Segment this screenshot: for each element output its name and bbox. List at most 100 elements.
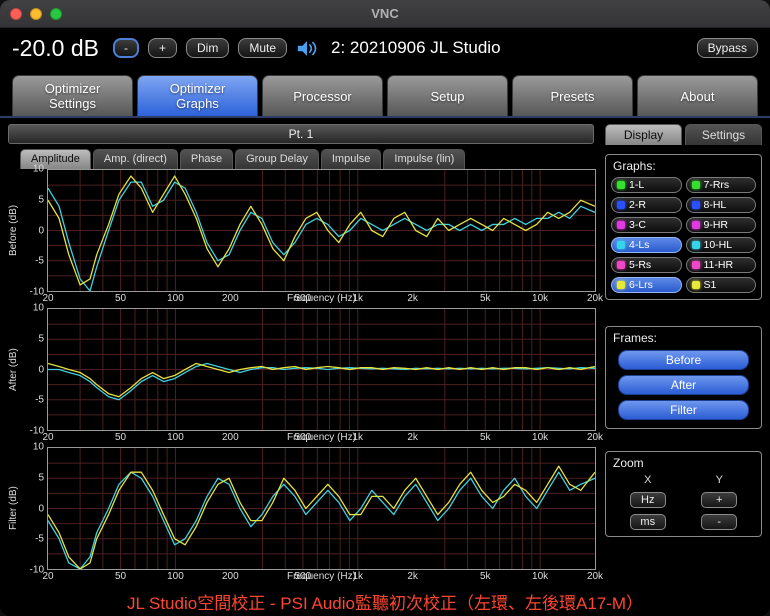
tab-optimizer-graphs[interactable]: Optimizer Graphs <box>137 75 258 116</box>
zoom-y-label: Y <box>716 474 723 486</box>
tab-optimizer-settings[interactable]: Optimizer Settings <box>12 75 133 116</box>
subtab-group-delay[interactable]: Group Delay <box>235 149 319 169</box>
grid <box>48 170 595 291</box>
x-axis-ticks-filter: 20501002005001k2k5k10k20kFrequency (Hz) <box>48 570 595 584</box>
titlebar: VNC <box>0 0 770 28</box>
tab-setup[interactable]: Setup <box>387 75 508 116</box>
grid <box>48 448 595 569</box>
y-tick-label: 5 <box>38 472 44 483</box>
tab-presets[interactable]: Presets <box>512 75 633 116</box>
y-tick-label: 0 <box>38 503 44 514</box>
channel-button-6-lrs[interactable]: 6-Lrs <box>611 277 682 293</box>
channel-button-5-rs[interactable]: 5-Rs <box>611 257 682 273</box>
channel-button-8-hl[interactable]: 8-HL <box>686 197 757 213</box>
channel-button-4-ls[interactable]: 4-Ls <box>611 237 682 253</box>
x-tick-label: 20k <box>587 293 603 304</box>
channel-label: 11-HR <box>704 259 734 271</box>
y-axis-label-after: After (dB) <box>6 308 21 431</box>
chart-main-after: After (dB)1050-5-10 <box>6 308 596 431</box>
tab-processor[interactable]: Processor <box>262 75 383 116</box>
zoom-x-ms-button[interactable]: ms <box>630 514 666 530</box>
channel-button-2-r[interactable]: 2-R <box>611 197 682 213</box>
subtab-impulse[interactable]: Impulse <box>321 149 382 169</box>
channel-led <box>692 221 700 229</box>
preset-source-label: 2: 20210906 JL Studio <box>331 38 688 58</box>
point-header: Pt. 1 <box>8 124 594 144</box>
close-button[interactable] <box>10 8 22 20</box>
y-axis-ticks-after: 1050-5-10 <box>21 308 47 431</box>
chart-after: After (dB)1050-5-1020501002005001k2k5k10… <box>6 308 596 445</box>
x-tick-label: 200 <box>222 432 239 443</box>
volume-toolbar: -20.0 dB - + Dim Mute 2: 20210906 JL Stu… <box>0 28 770 68</box>
x-tick-label: 10k <box>532 293 548 304</box>
subtab-phase[interactable]: Phase <box>180 149 233 169</box>
x-axis-ticks-before: 20501002005001k2k5k10k20kFrequency (Hz) <box>48 292 595 306</box>
mute-button[interactable]: Mute <box>238 38 287 58</box>
bypass-button[interactable]: Bypass <box>697 38 758 58</box>
zoom-group: Zoom X Hzms Y +- <box>605 451 762 537</box>
x-tick-label: 200 <box>222 571 239 582</box>
x-tick-label: 20k <box>587 571 603 582</box>
x-axis-label: Frequency (Hz) <box>287 432 356 443</box>
frame-button-before[interactable]: Before <box>618 350 749 370</box>
channel-led <box>617 261 625 269</box>
charts-container: Before (dB)1050-5-1020501002005001k2k5k1… <box>6 169 596 584</box>
x-tick-label: 20k <box>587 432 603 443</box>
channel-label: 6-Lrs <box>629 279 653 291</box>
x-tick-label: 5k <box>480 571 491 582</box>
subtab-amp-direct[interactable]: Amp. (direct) <box>93 149 178 169</box>
channel-button-1-l[interactable]: 1-L <box>611 177 682 193</box>
y-tick-label: 5 <box>38 333 44 344</box>
zoom-x-column: X Hzms <box>615 474 681 530</box>
x-tick-label: 20 <box>42 432 53 443</box>
minimize-button[interactable] <box>30 8 42 20</box>
frame-button-filter[interactable]: Filter <box>618 400 749 420</box>
y-tick-label: -5 <box>35 534 44 545</box>
tab-about[interactable]: About <box>637 75 758 116</box>
y-axis-ticks-filter: 1050-5-10 <box>21 447 47 570</box>
chart-main-before: Before (dB)1050-5-10 <box>6 169 596 292</box>
graphs-panel: Pt. 1 AmplitudeAmp. (direct)PhaseGroup D… <box>0 118 600 586</box>
sidebar-tab-display[interactable]: Display <box>605 124 682 145</box>
y-tick-label: 0 <box>38 225 44 236</box>
trace-4-ls <box>48 363 595 399</box>
plot-area-filter[interactable] <box>47 447 596 570</box>
plot-area-after[interactable] <box>47 308 596 431</box>
x-tick-label: 2k <box>407 571 418 582</box>
volume-down-button[interactable]: - <box>113 38 139 58</box>
y-axis-label-before: Before (dB) <box>6 169 21 292</box>
zoom-y-plus-button[interactable]: + <box>701 492 737 508</box>
channel-label: 10-HL <box>704 239 733 251</box>
sidebar-tab-settings[interactable]: Settings <box>685 124 762 145</box>
volume-level: -20.0 dB <box>12 35 104 62</box>
speaker-icon[interactable] <box>296 40 318 57</box>
dim-button[interactable]: Dim <box>186 38 229 58</box>
channel-button-7-rrs[interactable]: 7-Rrs <box>686 177 757 193</box>
x-tick-label: 2k <box>407 432 418 443</box>
channel-button-11-hr[interactable]: 11-HR <box>686 257 757 273</box>
channel-led <box>692 201 700 209</box>
graphs-group-label: Graphs: <box>613 159 756 173</box>
subtab-amplitude[interactable]: Amplitude <box>20 149 91 169</box>
x-axis-label: Frequency (Hz) <box>287 293 356 304</box>
channel-button-9-hr[interactable]: 9-HR <box>686 217 757 233</box>
channel-led <box>617 281 625 289</box>
channel-led <box>617 201 625 209</box>
y-tick-label: 0 <box>38 364 44 375</box>
subtab-impulse-lin[interactable]: Impulse (lin) <box>383 149 465 169</box>
x-tick-label: 10k <box>532 432 548 443</box>
volume-up-button[interactable]: + <box>148 38 177 58</box>
channel-button-3-c[interactable]: 3-C <box>611 217 682 233</box>
channel-button-10-hl[interactable]: 10-HL <box>686 237 757 253</box>
zoom-x-hz-button[interactable]: Hz <box>630 492 666 508</box>
sidebar: DisplaySettings Graphs: 1-L 2-R 3-C 4-Ls 5-R… <box>600 118 770 586</box>
chart-main-filter: Filter (dB)1050-5-10 <box>6 447 596 570</box>
plot-area-before[interactable] <box>47 169 596 292</box>
frame-button-after[interactable]: After <box>618 375 749 395</box>
maximize-button[interactable] <box>50 8 62 20</box>
status-bar: JL Studio空間校正 - PSI Audio監聽初次校正（左環、左後環A1… <box>0 586 770 616</box>
channel-led <box>692 181 700 189</box>
channel-button-s1[interactable]: S1 <box>686 277 757 293</box>
zoom-y-minus-button[interactable]: - <box>701 514 737 530</box>
zoom-y-column: Y + - <box>687 474 753 530</box>
